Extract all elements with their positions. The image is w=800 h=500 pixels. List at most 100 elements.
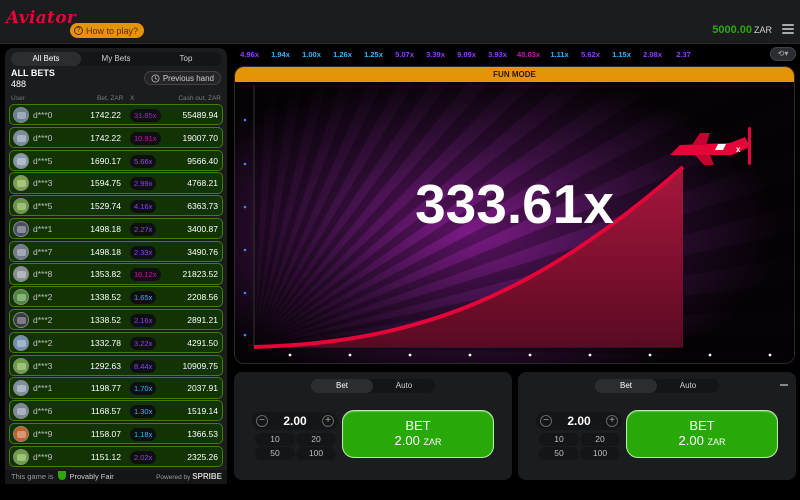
bet-amount-stepper[interactable]: − 2.00 +: [252, 412, 338, 430]
bet-panel-1: Bet Auto − 2.00 + 10 20 50 100 BET 2.00 …: [234, 372, 512, 480]
bet-button[interactable]: BET 2.00 ZAR: [342, 410, 494, 458]
tab-bet[interactable]: Bet: [311, 379, 373, 393]
tab-auto[interactable]: Auto: [657, 379, 719, 393]
quick-amount-20[interactable]: 20: [580, 433, 620, 446]
bet-cashout: 10909.75: [182, 360, 218, 371]
increase-button[interactable]: +: [322, 415, 334, 427]
history-multiplier[interactable]: 1.25x: [358, 48, 389, 62]
bet-mode-tabs: Bet Auto: [311, 379, 435, 393]
bet-button[interactable]: BET 2.00 ZAR: [626, 410, 778, 458]
bet-multiplier: 1.30x: [130, 405, 157, 419]
increase-button[interactable]: +: [606, 415, 618, 427]
bet-cashout: 4291.50: [187, 337, 218, 348]
bet-user: d***9: [33, 428, 53, 439]
bet-user: d***7: [33, 246, 53, 257]
history-multiplier[interactable]: 1.26x: [327, 48, 358, 62]
history-multiplier[interactable]: 1.94x: [265, 48, 296, 62]
tab-top[interactable]: Top: [151, 52, 221, 66]
history-multiplier[interactable]: 5.62x: [575, 48, 606, 62]
avatar: [13, 334, 29, 351]
bet-amount: 1742.22: [90, 132, 121, 143]
col-x: X: [130, 95, 135, 102]
provably-fair-link[interactable]: Provably Fair: [70, 472, 114, 481]
tab-auto[interactable]: Auto: [373, 379, 435, 393]
bet-multiplier: 2.02x: [130, 450, 157, 464]
col-user: User: [11, 95, 25, 102]
bet-button-currency: ZAR: [423, 437, 442, 447]
bet-panel-2: Bet Auto − 2.00 + 10 20 50 100 BET 2.00 …: [518, 372, 796, 480]
bet-amount: 1690.17: [90, 155, 121, 166]
history-toggle-button[interactable]: ⟲▾: [770, 47, 796, 61]
fun-mode-banner: FUN MODE: [235, 67, 794, 82]
history-multiplier[interactable]: 3.39x: [420, 48, 451, 62]
bet-button-amount: 2.00: [394, 433, 420, 448]
previous-hand-button[interactable]: Previous hand: [143, 71, 221, 85]
history-multiplier[interactable]: 9.09x: [451, 48, 482, 62]
tab-all-bets[interactable]: All Bets: [11, 52, 81, 66]
avatar: [13, 266, 29, 283]
bet-cashout: 3400.87: [187, 223, 218, 234]
bet-user: d***5: [33, 201, 53, 212]
history-multiplier[interactable]: 4.96x: [234, 48, 265, 62]
history-multiplier[interactable]: 48.03x: [513, 48, 544, 62]
bet-amount: 1498.18: [90, 223, 121, 234]
spribe-logo: SPRIBE: [192, 472, 222, 481]
bet-row: d***1 1498.18 2.27x 3400.87: [9, 217, 223, 240]
bets-list: d***0 1742.22 31.85x 55489.94 d***0 1742.22 10…: [9, 104, 223, 469]
svg-text:x: x: [736, 145, 741, 154]
bet-cashout: 6363.73: [187, 201, 218, 212]
remove-panel-icon[interactable]: [780, 384, 788, 386]
top-bar: Aviator ? How to play? 5000.00 ZAR: [0, 0, 800, 44]
quick-amount-10[interactable]: 10: [539, 433, 579, 446]
provably-fair-footer: This game is Provably Fair Powered by SPR…: [5, 470, 227, 484]
history-multiplier[interactable]: 1.15x: [606, 48, 637, 62]
bet-user: d***1: [33, 383, 53, 394]
quick-amount-50[interactable]: 50: [539, 447, 579, 460]
history-multiplier[interactable]: 2.08x: [637, 48, 668, 62]
history-multiplier[interactable]: 1.11x: [544, 48, 575, 62]
quick-amount-50[interactable]: 50: [255, 447, 295, 460]
question-icon: ?: [74, 26, 83, 35]
history-multiplier[interactable]: 3.93x: [482, 48, 513, 62]
all-bets-title: ALL BETS: [11, 68, 55, 78]
bet-multiplier: 31.85x: [130, 109, 161, 122]
round-history: 4.96x 1.94x 1.00x 1.26x 1.25x 5.07x 3.39x 9.09x…: [234, 48, 800, 62]
bet-user: d***2: [33, 315, 53, 326]
bet-multiplier: 2.27x: [130, 222, 157, 236]
bet-amount: 1338.52: [90, 292, 121, 303]
footer-text: This game is: [11, 472, 54, 481]
bet-cashout: 2325.26: [187, 451, 218, 462]
quick-amount-100[interactable]: 100: [296, 447, 336, 460]
bet-row: d***7 1498.18 2.33x 3490.76: [9, 240, 223, 262]
balance: 5000.00 ZAR: [712, 24, 772, 36]
avatar: [13, 403, 29, 420]
aviator-logo[interactable]: Aviator: [6, 8, 76, 28]
quick-amount-100[interactable]: 100: [580, 447, 620, 460]
bet-user: d***0: [33, 110, 53, 120]
quick-amount-10[interactable]: 10: [255, 433, 295, 446]
bet-user: d***0: [33, 132, 53, 143]
bet-multiplier: 8.44x: [130, 359, 157, 373]
bet-amount: 1498.18: [90, 246, 121, 257]
how-to-play-label: How to play?: [86, 25, 139, 36]
bet-button-label: BET: [405, 418, 431, 433]
history-multiplier[interactable]: 5.07x: [389, 48, 420, 62]
quick-amount-20[interactable]: 20: [296, 433, 336, 446]
bet-amount: 1338.52: [90, 315, 121, 326]
powered-by: Powered by SPRIBE: [156, 470, 222, 485]
history-multiplier[interactable]: 1.00x: [296, 48, 327, 62]
bet-amount: 1292.63: [90, 360, 121, 371]
how-to-play-button[interactable]: ? How to play?: [70, 23, 145, 38]
bet-cashout: 2208.56: [187, 292, 218, 303]
bet-amount: 1353.82: [90, 269, 121, 280]
bet-multiplier: 2.33x: [130, 245, 157, 259]
tab-my-bets[interactable]: My Bets: [81, 52, 151, 66]
tab-bet[interactable]: Bet: [595, 379, 657, 393]
bet-amount-stepper[interactable]: − 2.00 +: [536, 412, 622, 430]
bet-button-label: BET: [689, 418, 715, 433]
balance-amount: 5000.00: [712, 24, 752, 36]
bet-multiplier: 4.16x: [130, 200, 157, 214]
history-multiplier[interactable]: 2.37: [668, 48, 699, 62]
menu-icon[interactable]: [782, 24, 794, 34]
all-bets-count: 488: [11, 79, 27, 89]
